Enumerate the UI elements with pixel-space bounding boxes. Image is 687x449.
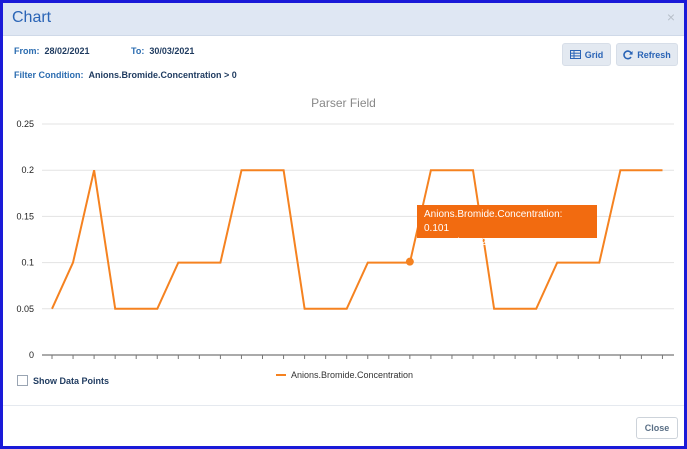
to-value: 30/03/2021 [149, 46, 195, 56]
to-label: To: [131, 46, 145, 56]
highlighted-data-point [405, 257, 414, 266]
legend-swatch [276, 374, 286, 376]
y-tick-label: 0.2 [21, 165, 34, 175]
grid-button[interactable]: Grid [562, 43, 611, 66]
from-value: 28/02/2021 [44, 46, 90, 56]
y-tick-label: 0.05 [16, 304, 34, 314]
y-tick-label: 0.1 [21, 258, 34, 268]
filter-condition: Filter Condition: Anions.Bromide.Concent… [14, 70, 237, 80]
show-data-points-label: Show Data Points [33, 375, 110, 386]
refresh-button[interactable]: Refresh [616, 43, 678, 66]
chart-legend[interactable]: Anions.Bromide.Concentration [276, 370, 413, 380]
refresh-button-label: Refresh [637, 49, 671, 60]
data-point-tooltip: Anions.Bromide.Concentration: 0.101 Crea… [417, 205, 597, 248]
condition-value: Anions.Bromide.Concentration > 0 [88, 70, 237, 80]
show-data-points-checkbox[interactable] [17, 375, 28, 386]
chart-title: Parser Field [311, 96, 376, 110]
to-filter: To: 30/03/2021 [131, 46, 194, 56]
tooltip-value-line: Anions.Bromide.Concentration: 0.101 [424, 209, 563, 234]
close-icon[interactable]: × [667, 9, 675, 25]
close-button[interactable]: Close [636, 417, 678, 439]
tooltip-date-line: Created On: 2021-03-30 13:00:13 [424, 237, 575, 248]
y-tick-label: 0.15 [16, 211, 34, 221]
footer-divider [3, 405, 684, 406]
dialog-titlebar: Chart × [3, 3, 684, 36]
legend-label: Anions.Bromide.Concentration [291, 370, 414, 380]
show-data-points-toggle[interactable]: Show Data Points [17, 375, 109, 386]
table-icon [569, 50, 581, 59]
dialog-title: Chart [12, 9, 52, 26]
condition-label: Filter Condition: [14, 70, 84, 80]
from-label: From: [14, 46, 40, 56]
refresh-icon [623, 49, 633, 59]
grid-button-label: Grid [584, 49, 604, 60]
from-filter: From: 28/02/2021 [14, 46, 90, 56]
y-tick-label: 0 [29, 350, 34, 360]
y-tick-label: 0.25 [16, 119, 34, 129]
